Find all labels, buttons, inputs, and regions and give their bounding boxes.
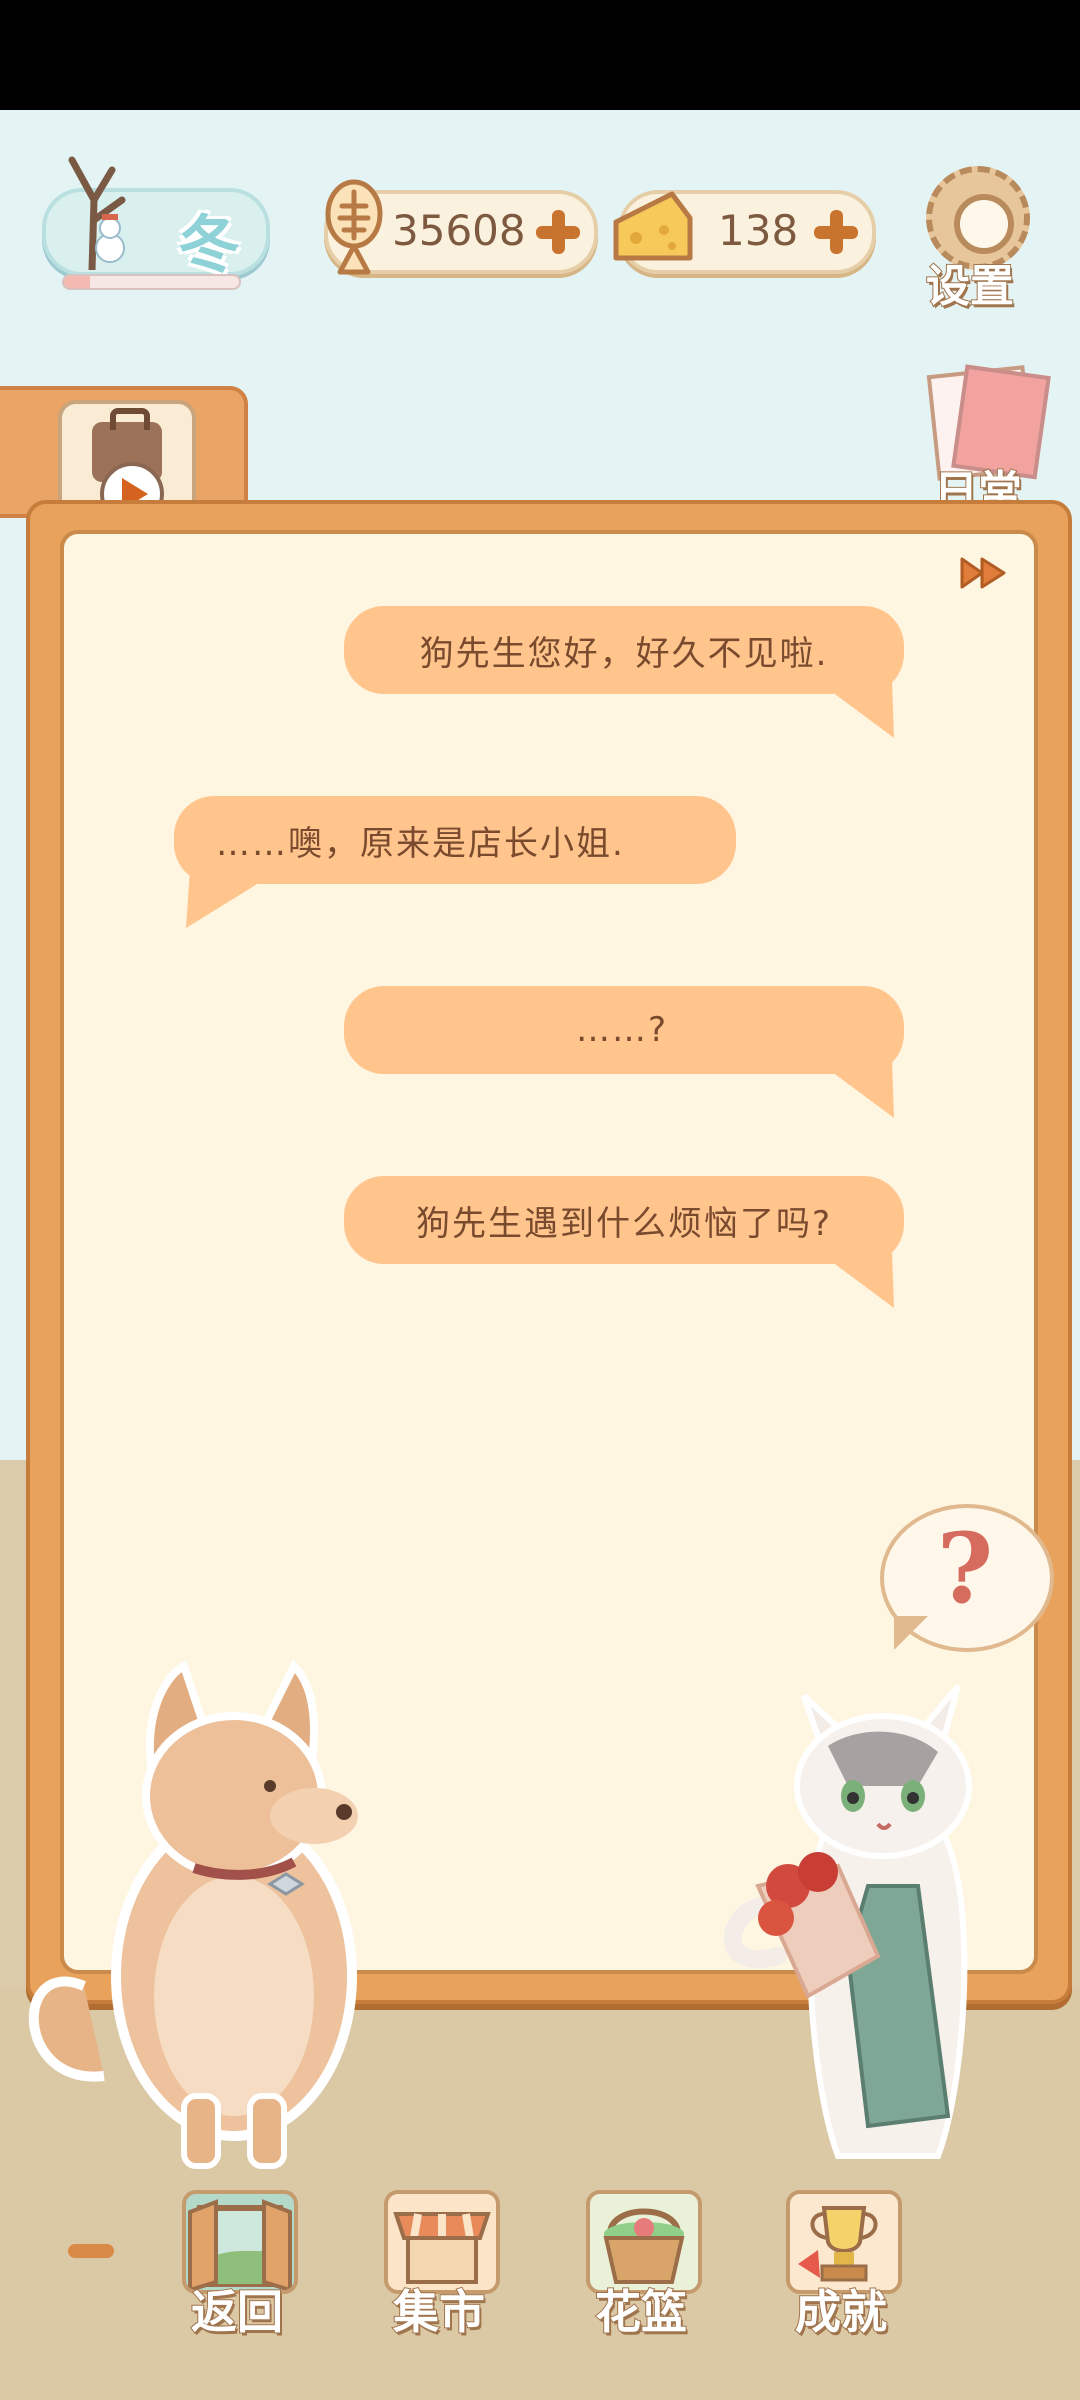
bubble-tail — [816, 680, 894, 738]
cat-shopkeeper-character — [723, 1684, 972, 2159]
back-button[interactable]: 返回 — [172, 2180, 302, 2340]
question-icon: ? — [936, 1512, 994, 1625]
winter-tree-icon — [68, 156, 126, 270]
achievements-label: 成就 — [794, 2284, 888, 2340]
chat-text: ……? — [575, 1010, 668, 1050]
fast-forward-icon[interactable] — [960, 556, 1008, 590]
chat-text: ……噢，原来是店长小姐. — [216, 823, 625, 864]
add-cheese-icon[interactable] — [812, 208, 860, 256]
market-button[interactable]: 集市 — [374, 2180, 504, 2340]
bubble-tail — [186, 870, 280, 928]
season-label: 冬 — [178, 208, 241, 281]
back-label: 返回 — [190, 2284, 284, 2340]
market-label: 集市 — [392, 2284, 486, 2340]
fishbone-icon — [325, 179, 383, 275]
status-bar — [0, 0, 1080, 110]
daily-button[interactable]: 日常 — [920, 365, 1040, 519]
achievements-button[interactable]: 成就 — [776, 2180, 906, 2340]
fish-currency-value: 35608 — [392, 206, 526, 255]
chat-text: 狗先生您好，好久不见啦. — [419, 633, 829, 674]
cheese-icon — [613, 191, 693, 261]
chat-text: 狗先生遇到什么烦恼了吗? — [415, 1203, 833, 1244]
season-progress-bar — [62, 274, 241, 290]
dog-character — [28, 1659, 358, 2169]
add-fish-icon[interactable] — [534, 208, 582, 256]
cheese-currency-value: 138 — [718, 206, 799, 255]
settings-label: 设置 — [925, 260, 1015, 313]
basket-label: 花篮 — [594, 2284, 688, 2340]
nav-collapse-handle[interactable] — [68, 2244, 114, 2258]
basket-button[interactable]: 花篮 — [576, 2180, 706, 2340]
season-progress-fill — [64, 276, 91, 288]
bubble-tail — [816, 1250, 894, 1308]
settings-button[interactable]: 设置 — [920, 160, 1040, 313]
bubble-tail — [816, 1060, 894, 1118]
